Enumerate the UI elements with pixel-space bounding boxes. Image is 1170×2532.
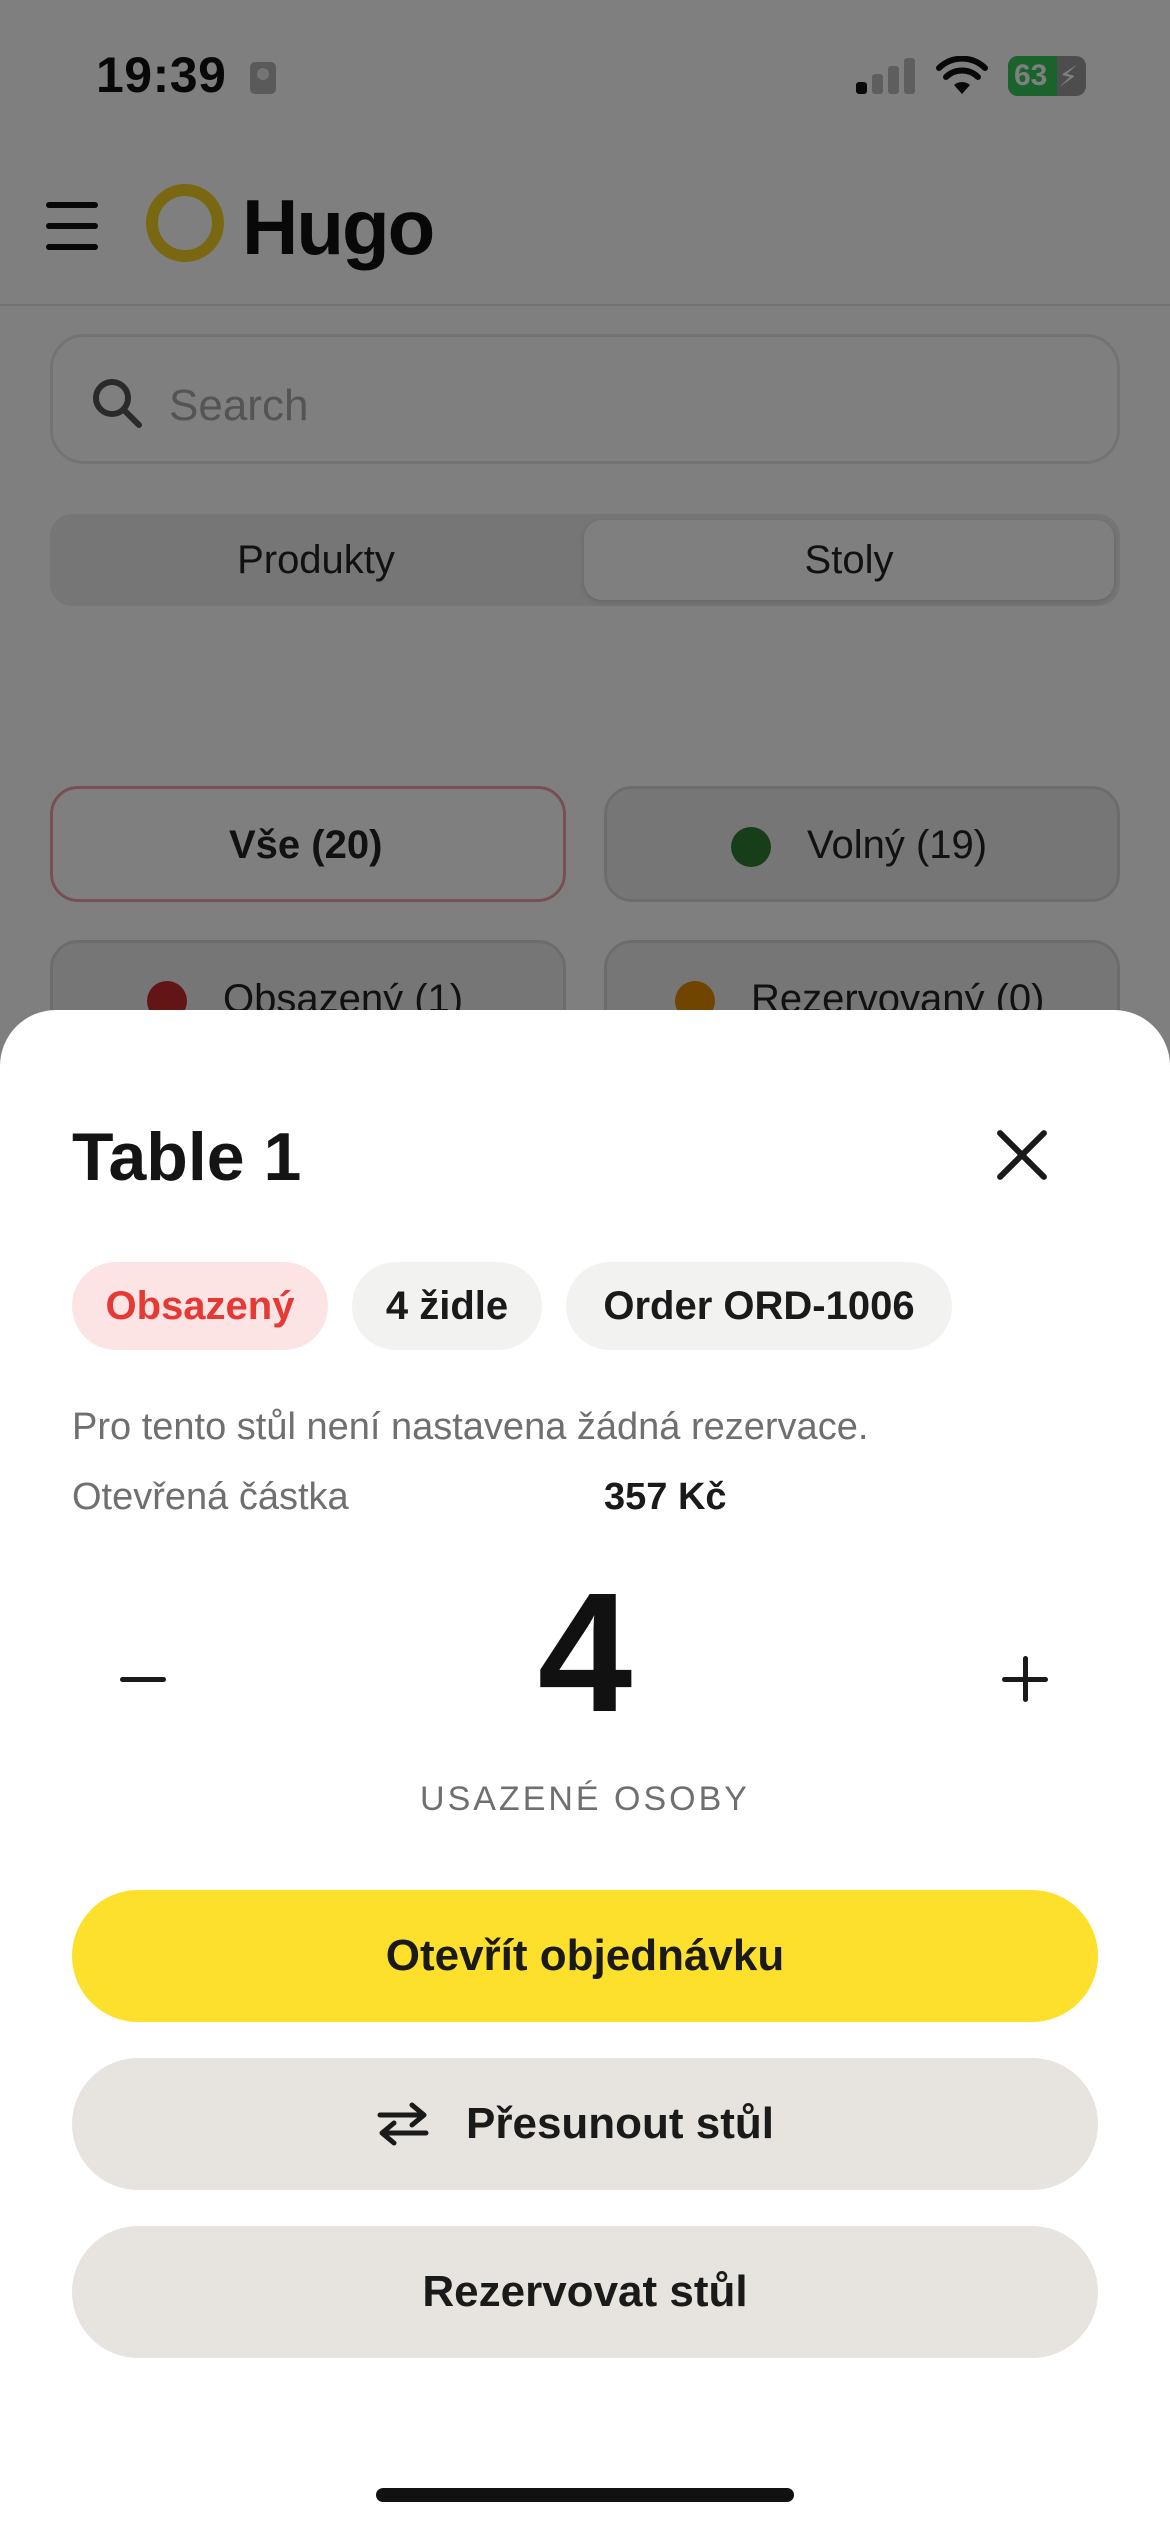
decrease-guests-button[interactable] (108, 1644, 180, 1716)
open-amount-label: Otevřená částka (72, 1476, 349, 1518)
home-indicator (376, 2488, 794, 2502)
reserve-table-button[interactable]: Rezervovat stůl (72, 2226, 1098, 2358)
seated-label: USAZENÉ OSOBY (420, 1780, 750, 1818)
sheet-title: Table 1 (72, 1119, 302, 1195)
move-table-label: Přesunout stůl (466, 2099, 775, 2148)
no-reservation-text: Pro tento stůl není nastavena žádná reze… (72, 1406, 869, 1448)
order-badge: Order ORD-1006 (566, 1262, 952, 1350)
open-order-button[interactable]: Otevřít objednávku (72, 1890, 1098, 2022)
status-badge: Obsazený (72, 1262, 328, 1350)
move-table-button[interactable]: Přesunout stůl (72, 2058, 1098, 2190)
seated-count: 4 (537, 1558, 633, 1748)
increase-guests-button[interactable] (990, 1644, 1062, 1716)
table-detail-sheet: Table 1 Obsazený 4 židle Order ORD-1006 … (0, 1010, 1170, 2532)
close-icon[interactable] (986, 1120, 1058, 1192)
seats-badge: 4 židle (352, 1262, 542, 1350)
open-amount-value: 357 Kč (604, 1476, 727, 1518)
swap-arrows-icon (377, 2102, 429, 2146)
